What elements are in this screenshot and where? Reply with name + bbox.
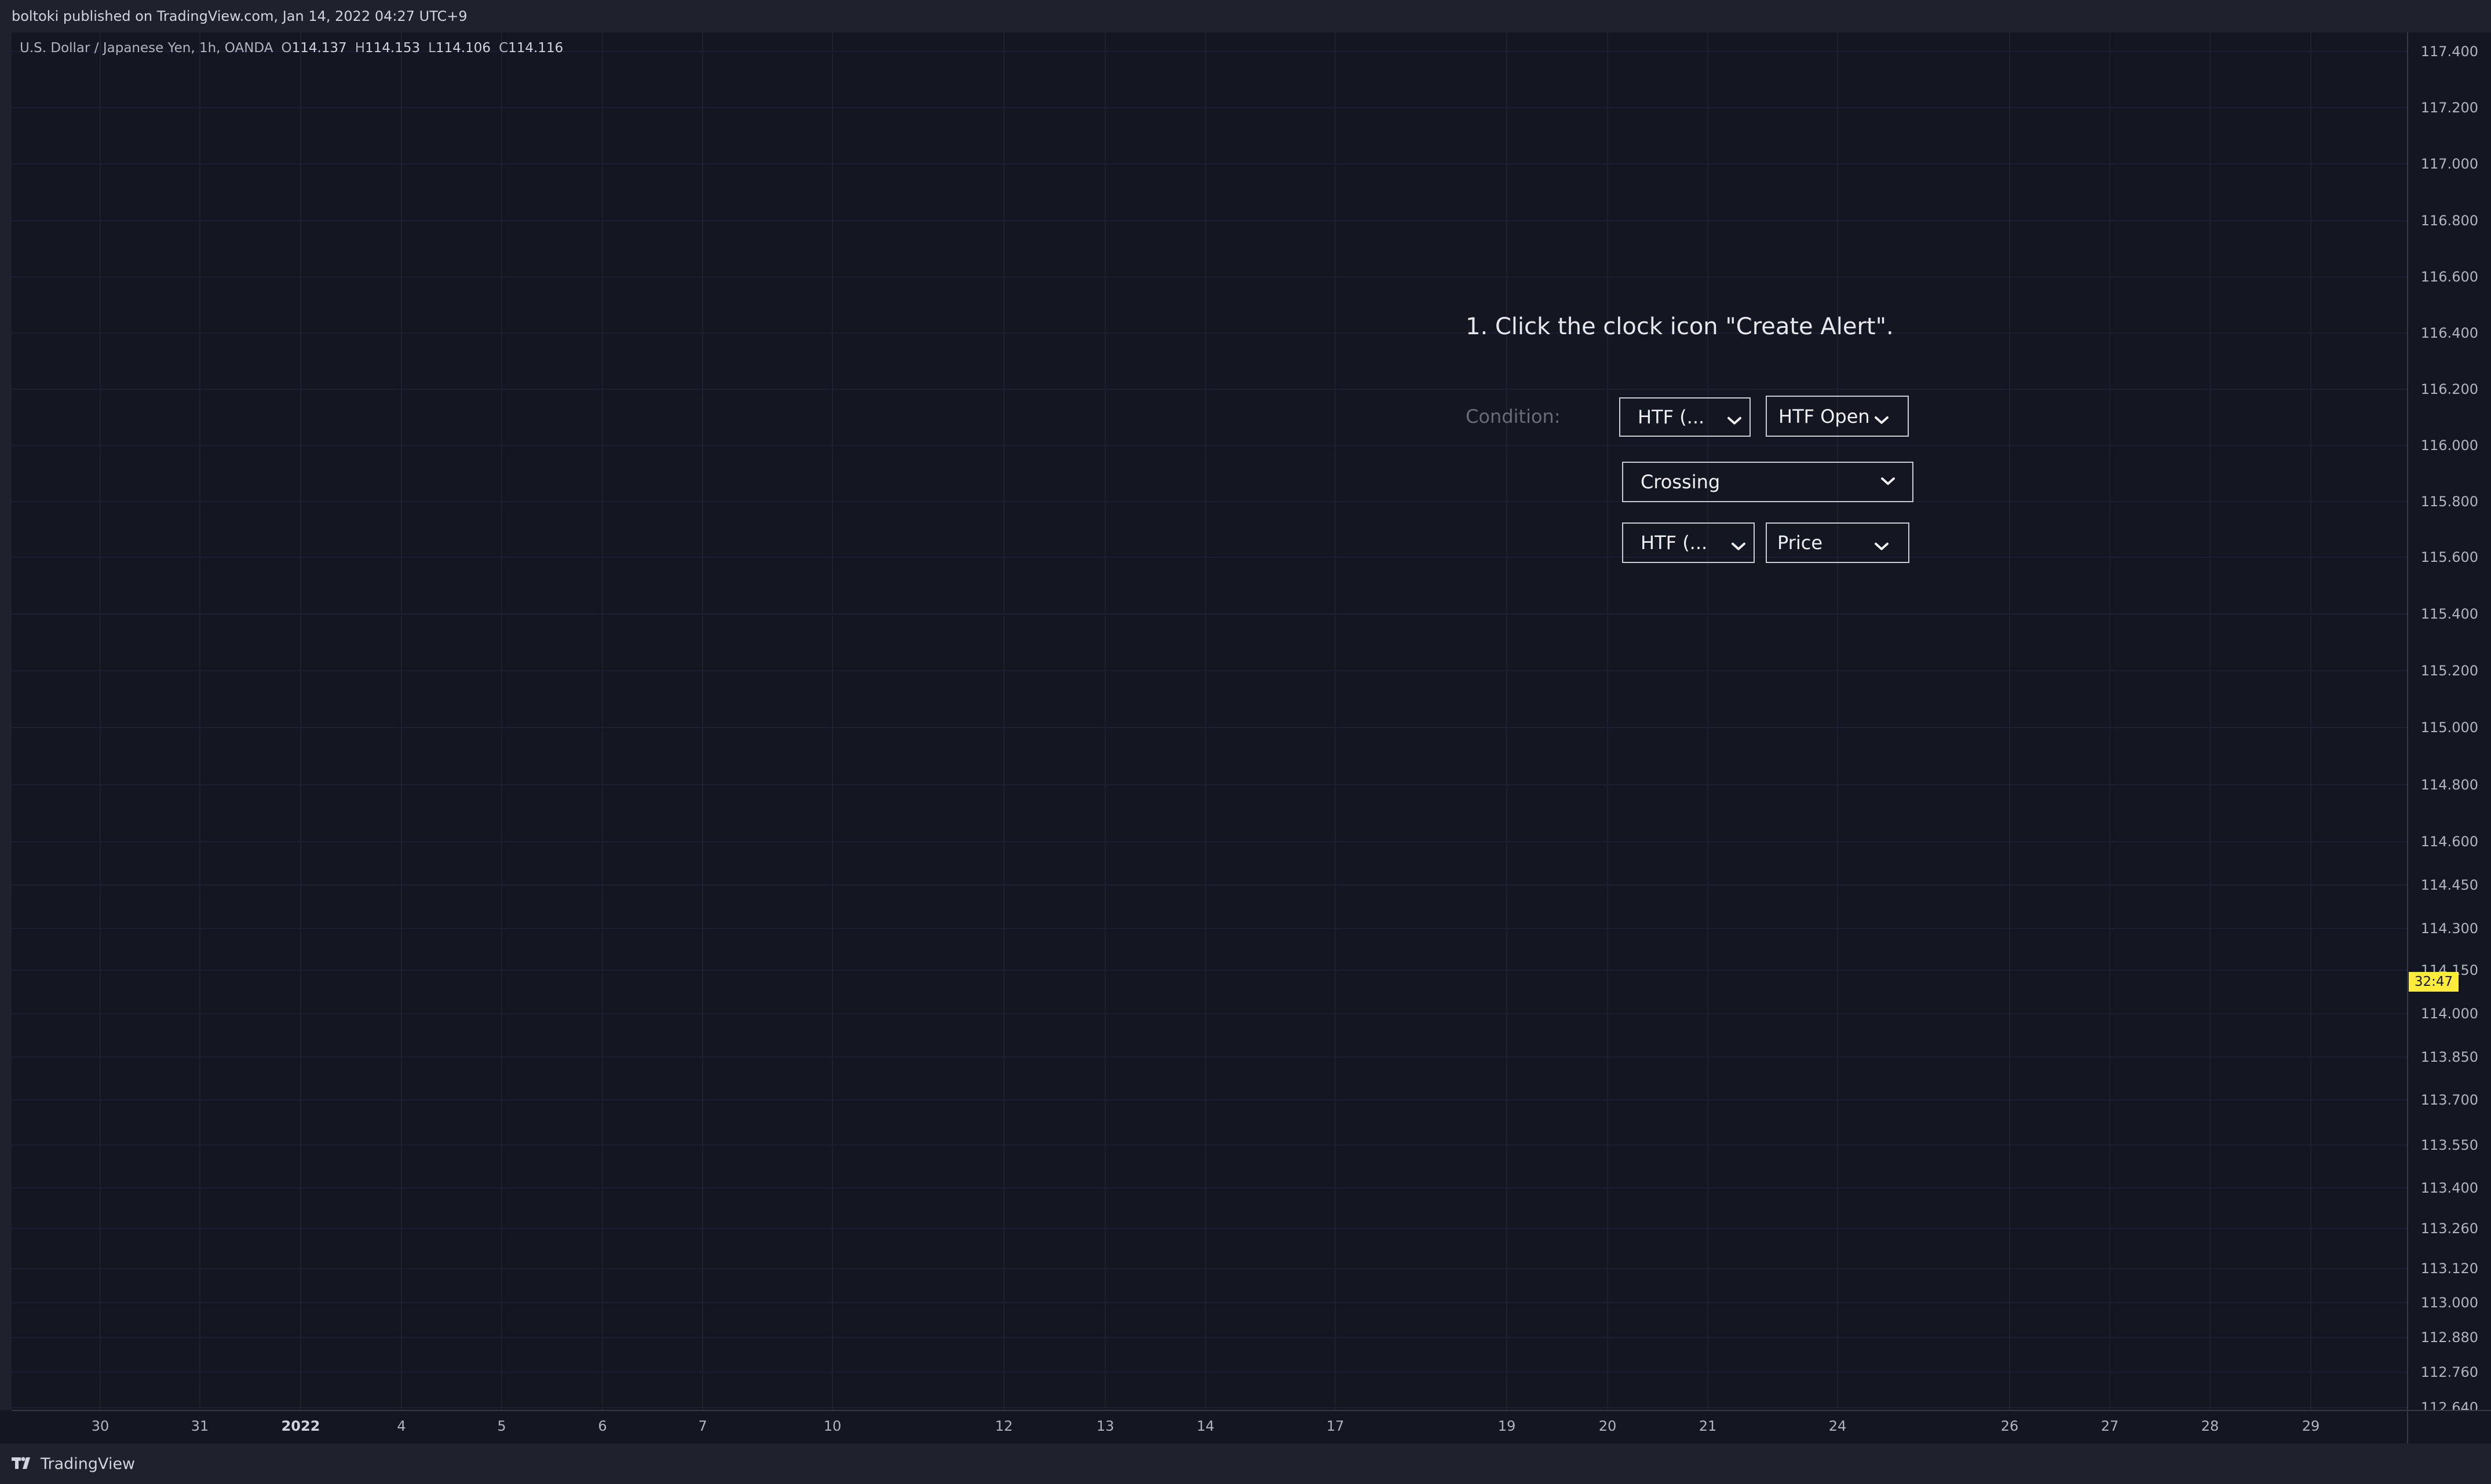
time-tick-label: 21 <box>1699 1418 1717 1434</box>
condition-source-value: HTF (... <box>1638 406 1705 428</box>
time-tick-label: 26 <box>2000 1418 2019 1434</box>
chart-plot-area[interactable] <box>12 32 2407 1410</box>
open-value: 114.137 <box>291 41 347 56</box>
price-tick-label: 116.000 <box>2420 437 2478 454</box>
price-tick-label: 114.000 <box>2420 1006 2478 1022</box>
open-label: O <box>281 41 292 56</box>
price-tick-label: 115.600 <box>2420 549 2478 565</box>
chevron-down-icon <box>1874 407 1889 429</box>
time-tick-label: 24 <box>1828 1418 1847 1434</box>
price-tick-label: 113.400 <box>2420 1180 2478 1196</box>
price-tick-label: 114.450 <box>2420 877 2478 893</box>
time-tick-label: 13 <box>1096 1418 1115 1434</box>
time-tick-label: 17 <box>1326 1418 1345 1434</box>
high-value: 114.153 <box>364 41 421 56</box>
publish-header: boltoki published on TradingView.com, Ja… <box>0 0 2491 32</box>
price-tick-label: 112.880 <box>2420 1329 2478 1346</box>
chevron-down-icon <box>1874 534 1889 556</box>
price-tick-label: 113.850 <box>2420 1049 2478 1065</box>
price-tick-label: 113.700 <box>2420 1092 2478 1108</box>
price-tick-label: 116.200 <box>2420 381 2478 397</box>
condition-source-dropdown[interactable]: HTF (... <box>1619 397 1751 437</box>
time-tick-label: 27 <box>2101 1418 2119 1434</box>
price-tick-label: 115.000 <box>2420 719 2478 736</box>
close-label: C <box>499 41 509 56</box>
price-tick-label: 117.400 <box>2420 43 2478 60</box>
price-tick-label: 113.260 <box>2420 1220 2478 1237</box>
price-tick-label: 117.000 <box>2420 156 2478 172</box>
instruction-text: 1. Click the clock icon "Create Alert". <box>1466 313 1894 340</box>
price-tick-label: 114.800 <box>2420 777 2478 793</box>
time-tick-label: 7 <box>698 1418 707 1434</box>
time-tick-label: 29 <box>2302 1418 2320 1434</box>
chevron-down-icon <box>1880 469 1895 491</box>
price-tick-label: 115.400 <box>2420 606 2478 622</box>
price-tick-label: 112.760 <box>2420 1364 2478 1380</box>
low-value: 114.106 <box>435 41 491 56</box>
high-label: H <box>355 41 365 56</box>
time-tick-label: 5 <box>497 1418 506 1434</box>
condition-target-value-dropdown[interactable]: Price <box>1766 522 1909 563</box>
left-border-strip <box>0 32 12 1410</box>
tradingview-brand-text: TradingView <box>41 1455 136 1473</box>
price-tick-label: 117.200 <box>2420 100 2478 116</box>
price-tick-label: 116.600 <box>2420 269 2478 285</box>
price-tick-label: 114.300 <box>2420 920 2478 937</box>
bar-countdown-badge: 32:47 <box>2409 972 2459 992</box>
chart-grid <box>12 32 2407 1410</box>
time-tick-label: 2022 <box>281 1418 320 1434</box>
condition-target-source-dropdown[interactable]: HTF (... <box>1622 522 1755 563</box>
price-tick-label: 113.120 <box>2420 1260 2478 1277</box>
price-tick-label: 116.800 <box>2420 213 2478 229</box>
time-tick-label: 4 <box>397 1418 406 1434</box>
price-axis[interactable]: 117.400 117.200 117.000 116.800 116.600 116.4… <box>2407 32 2491 1416</box>
price-tick-label: 113.550 <box>2420 1137 2478 1153</box>
low-label: L <box>428 41 436 56</box>
condition-plot-dropdown[interactable]: HTF Open <box>1766 396 1909 437</box>
time-tick-label: 6 <box>598 1418 607 1434</box>
symbol-legend[interactable]: U.S. Dollar / Japanese Yen, 1h, OANDA O11… <box>20 41 563 56</box>
publisher-text: boltoki published on TradingView.com, Ja… <box>12 8 467 24</box>
time-tick-label: 19 <box>1497 1418 1516 1434</box>
condition-operator-dropdown[interactable]: Crossing <box>1622 462 1913 502</box>
condition-operator-value: Crossing <box>1641 471 1721 493</box>
time-tick-label: 12 <box>995 1418 1013 1434</box>
tradingview-logo-icon <box>12 1456 35 1472</box>
condition-plot-value: HTF Open <box>1778 405 1870 427</box>
condition-label: Condition: <box>1466 405 1561 427</box>
price-tick-label: 113.000 <box>2420 1295 2478 1311</box>
condition-target-value: Price <box>1777 532 1823 554</box>
time-axis[interactable]: 30 31 2022 4 5 6 7 10 12 13 14 17 19 20 21 24 26 27 28 29 <box>12 1410 2407 1443</box>
time-tick-label: 31 <box>191 1418 209 1434</box>
close-value: 114.116 <box>508 41 564 56</box>
footer-bar: TradingView <box>0 1443 2491 1484</box>
price-tick-label: 116.400 <box>2420 325 2478 341</box>
time-tick-label: 14 <box>1196 1418 1215 1434</box>
tradingview-logo[interactable]: TradingView <box>12 1455 135 1473</box>
price-tick-label: 115.800 <box>2420 494 2478 510</box>
time-tick-label: 28 <box>2201 1418 2219 1434</box>
chevron-down-icon <box>1727 408 1742 430</box>
time-tick-label: 20 <box>1598 1418 1617 1434</box>
chevron-down-icon <box>1731 534 1746 556</box>
time-tick-label: 30 <box>91 1418 109 1434</box>
time-tick-label: 10 <box>823 1418 842 1434</box>
price-tick-label: 114.600 <box>2420 834 2478 850</box>
tradingview-chart-screen: boltoki published on TradingView.com, Ja… <box>0 0 2491 1484</box>
axis-corner <box>2407 1410 2491 1443</box>
condition-target-source-value: HTF (... <box>1641 532 1708 554</box>
symbol-description: U.S. Dollar / Japanese Yen, 1h, OANDA <box>20 41 273 56</box>
price-tick-label: 115.200 <box>2420 663 2478 679</box>
